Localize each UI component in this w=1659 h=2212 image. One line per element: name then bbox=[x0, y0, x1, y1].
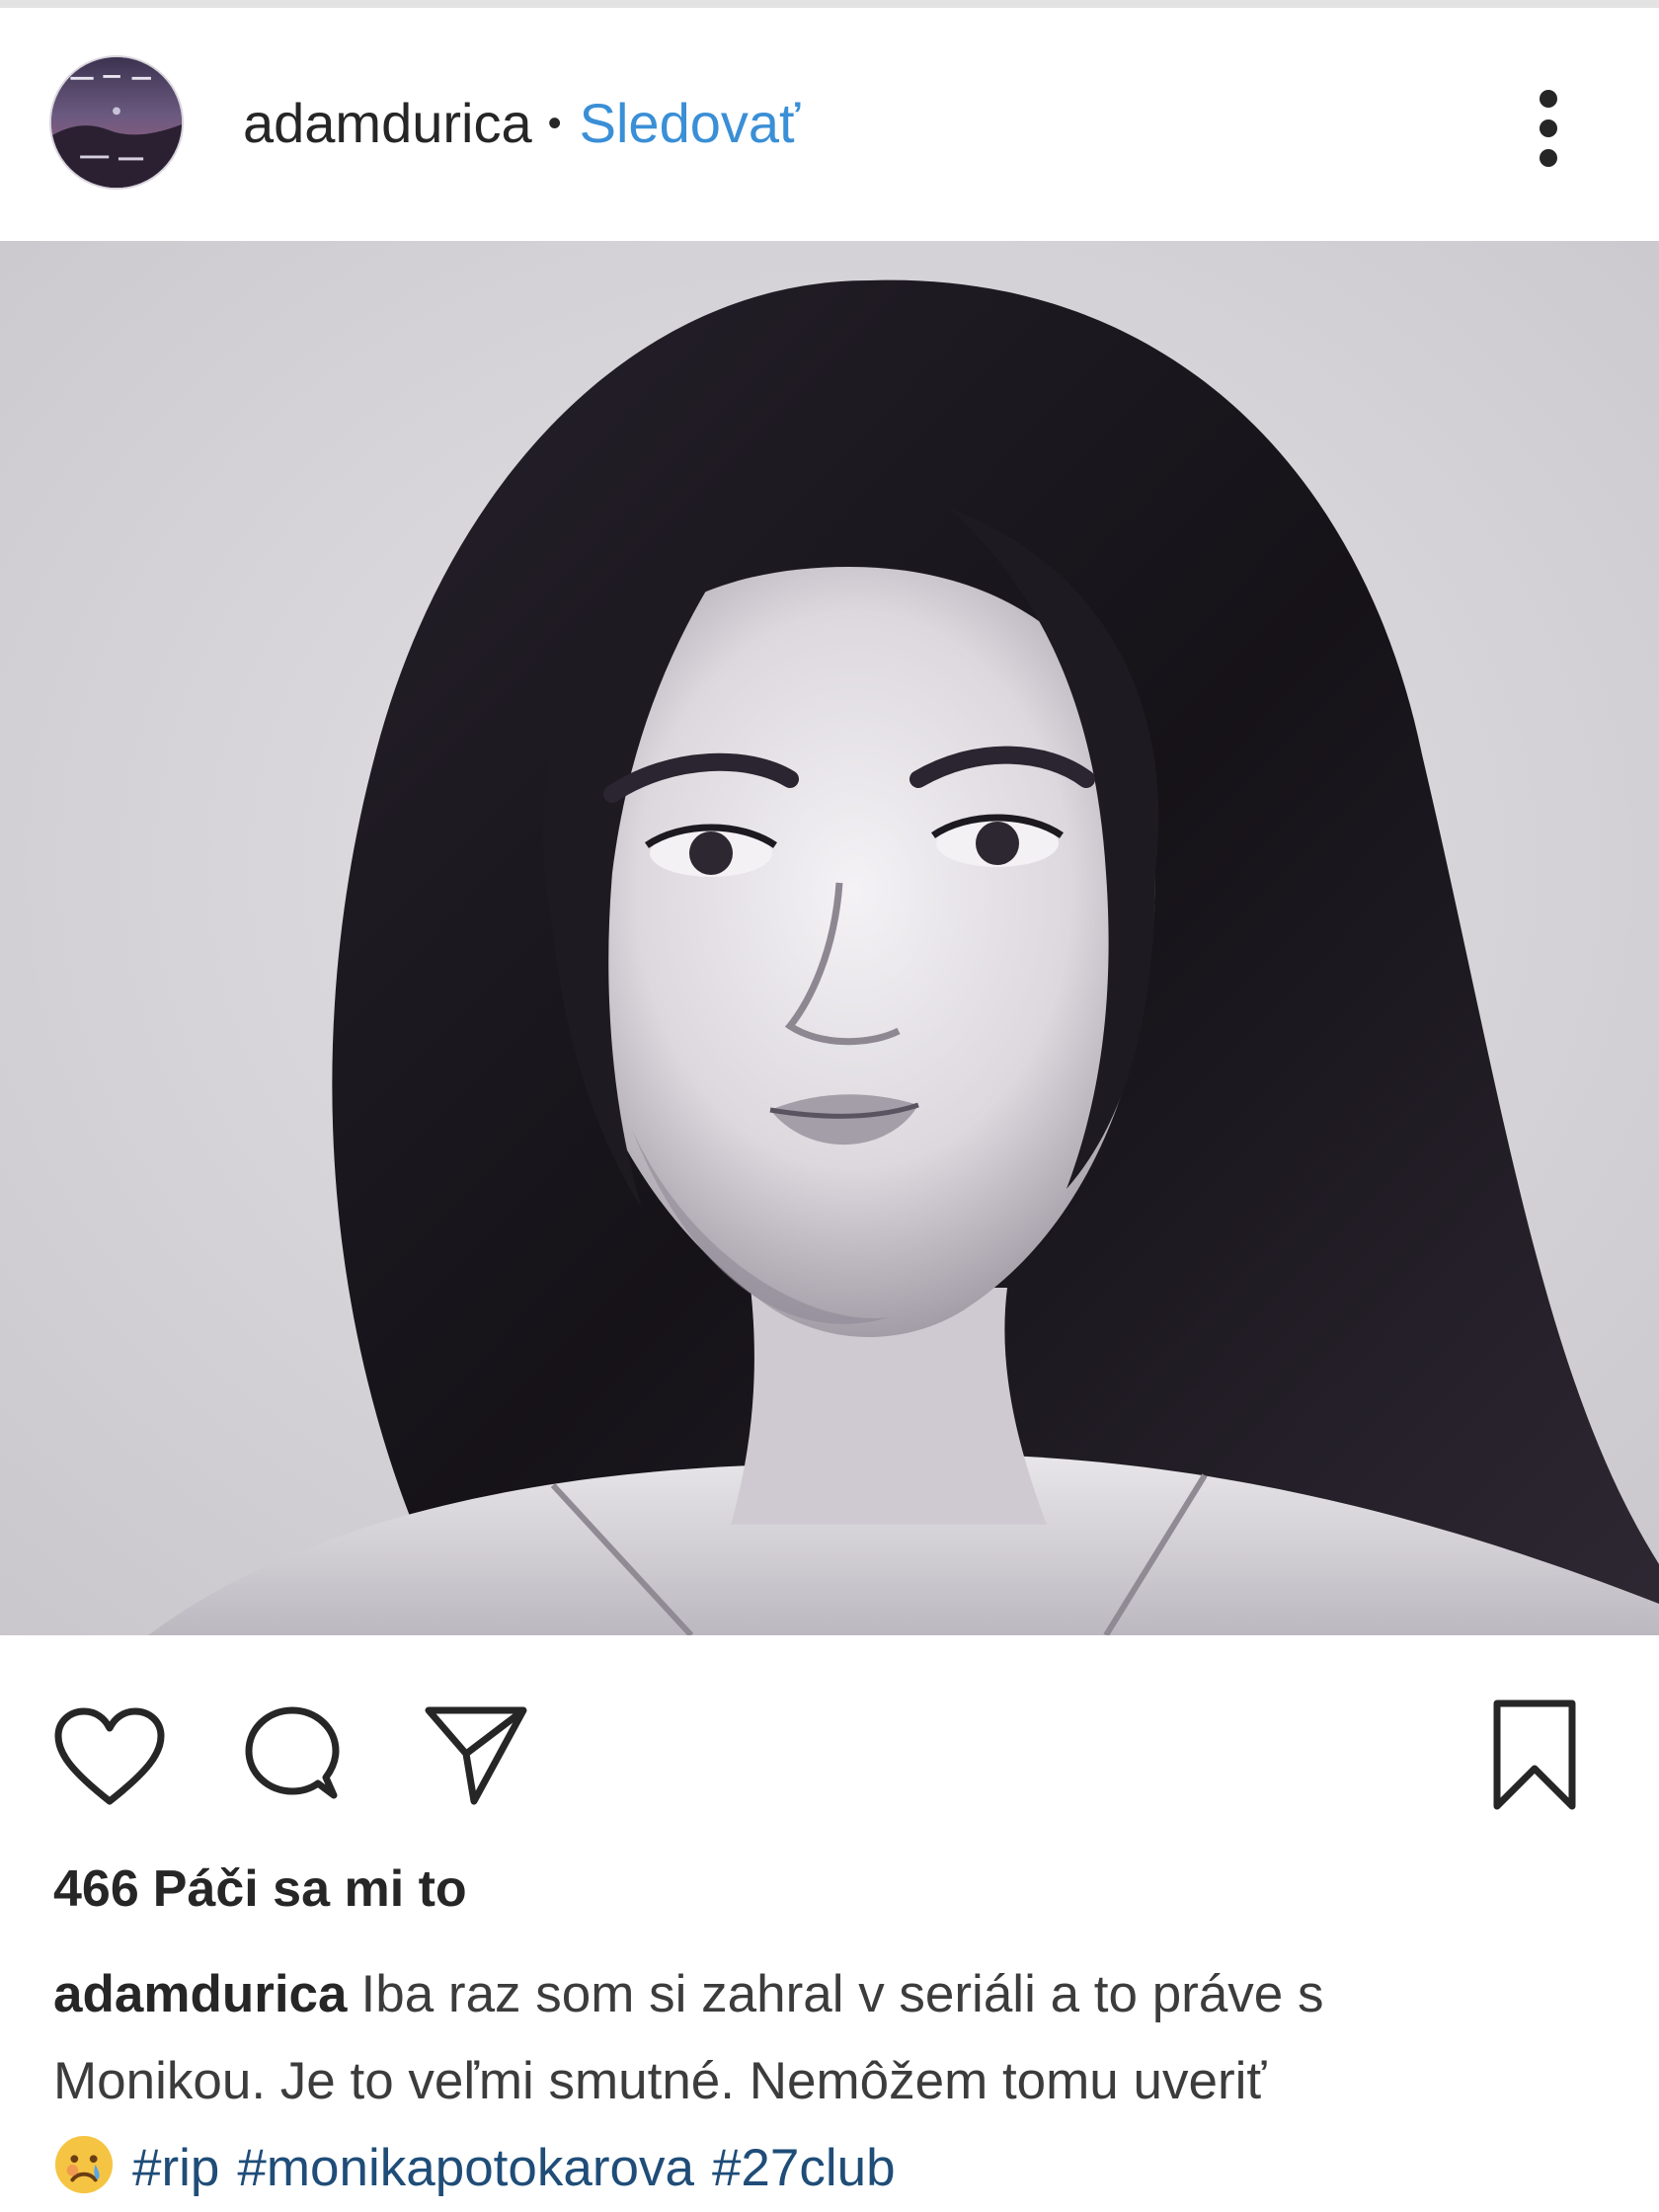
action-bar bbox=[0, 1635, 1659, 1823]
paper-plane-icon bbox=[425, 1706, 527, 1805]
likes-number: 466 bbox=[53, 1860, 139, 1918]
caption-line-3: #rip #monikapotokarova #27club bbox=[53, 2125, 1614, 2212]
caption-username[interactable]: adamdurica bbox=[53, 1965, 348, 2023]
header-text: adamdurica • Sledovať bbox=[243, 89, 800, 158]
more-options-button[interactable] bbox=[1519, 79, 1578, 178]
post-photo[interactable] bbox=[0, 241, 1659, 1635]
heart-icon bbox=[54, 1707, 165, 1805]
avatar-image bbox=[51, 57, 182, 188]
hashtag-rip[interactable]: #rip bbox=[132, 2139, 219, 2197]
portrait-image bbox=[0, 241, 1659, 1635]
likes-label: Páči sa mi to bbox=[152, 1860, 467, 1918]
follow-button[interactable]: Sledovať bbox=[580, 89, 800, 158]
more-vertical-icon bbox=[1540, 90, 1557, 167]
like-button[interactable] bbox=[45, 1698, 174, 1817]
comment-bubble-icon bbox=[245, 1706, 340, 1799]
separator-dot: • bbox=[547, 102, 562, 145]
share-button[interactable] bbox=[415, 1693, 537, 1815]
avatar[interactable] bbox=[49, 55, 184, 190]
hashtag-monikapotokarova[interactable]: #monikapotokarova bbox=[237, 2139, 694, 2197]
comment-button[interactable] bbox=[233, 1698, 352, 1817]
caption: adamdurica Iba raz som si zahral v seriál… bbox=[53, 1951, 1614, 2212]
instagram-post: adamdurica • Sledovať 466 Páči sa mi to … bbox=[0, 0, 1659, 2212]
caption-text-2: Monikou. Je to veľmi smutné. Nemôžem tom… bbox=[53, 2052, 1267, 2110]
bookmark-icon bbox=[1493, 1699, 1576, 1810]
likes-count[interactable]: 466 Páči sa mi to bbox=[53, 1855, 467, 1924]
caption-text-1: Iba raz som si zahral v seriáli a to prá… bbox=[360, 1965, 1324, 2023]
caption-line-1: adamdurica Iba raz som si zahral v seriál… bbox=[53, 1951, 1614, 2038]
username-link[interactable]: adamdurica bbox=[243, 89, 532, 158]
post-header: adamdurica • Sledovať bbox=[0, 8, 1659, 241]
caption-line-2: Monikou. Je to veľmi smutné. Nemôžem tom… bbox=[53, 2038, 1614, 2125]
save-button[interactable] bbox=[1475, 1691, 1594, 1819]
top-divider bbox=[0, 0, 1659, 8]
hashtag-27club[interactable]: #27club bbox=[712, 2139, 896, 2197]
crying-face-emoji bbox=[54, 2135, 114, 2194]
